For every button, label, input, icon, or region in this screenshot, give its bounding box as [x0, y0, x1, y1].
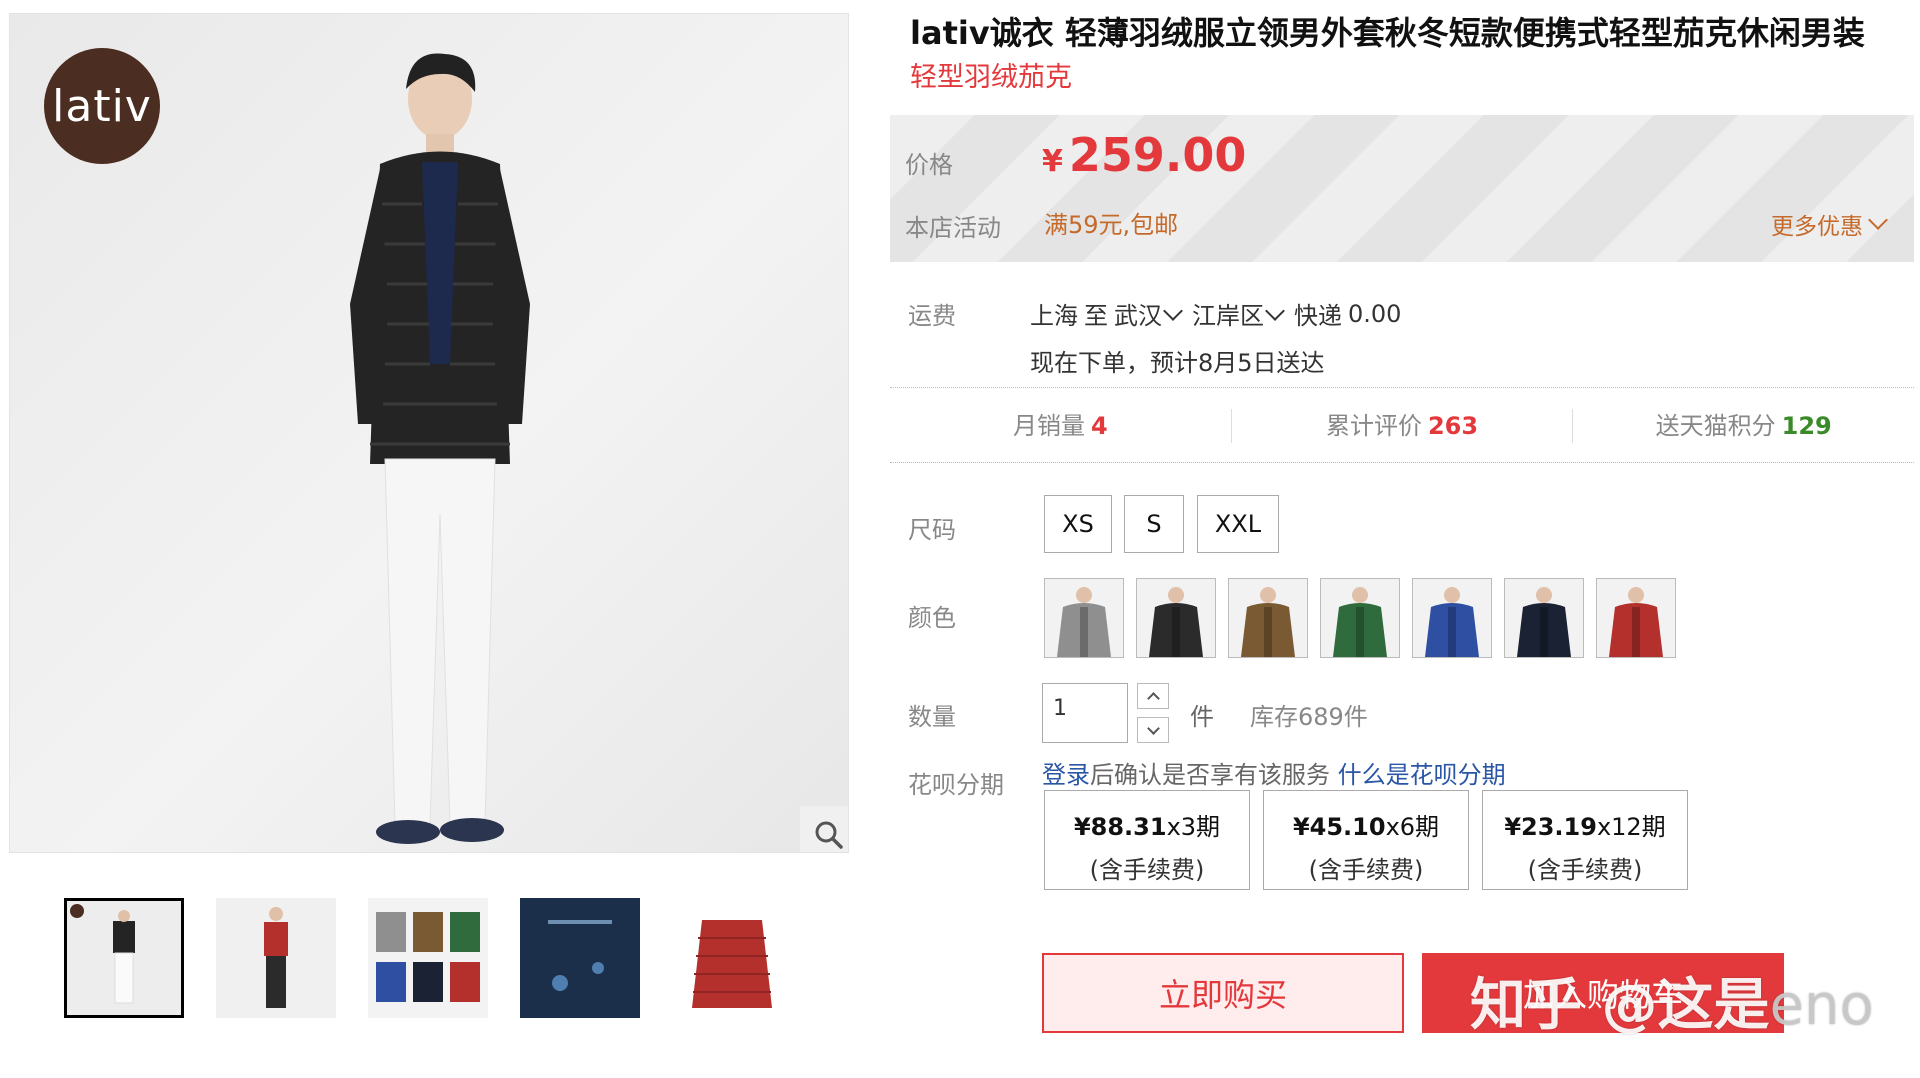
watermark: 知乎 @这是eno	[1470, 960, 1874, 1041]
review-number: 263	[1427, 411, 1479, 440]
magnifier-icon	[815, 821, 843, 849]
ship-district: 江岸区	[1192, 302, 1264, 330]
thumbnail-image	[672, 898, 792, 1018]
color-swatch-6[interactable]	[1504, 578, 1584, 658]
quantity-decrease-button[interactable]	[1137, 717, 1169, 743]
currency-symbol: ¥	[1042, 144, 1063, 179]
points-label: 送天猫积分	[1655, 411, 1776, 440]
color-label: 颜色	[908, 604, 956, 632]
chevron-down-icon	[1868, 210, 1888, 230]
jacket-swatch-image	[1413, 579, 1491, 657]
thumbnail-2[interactable]	[216, 898, 336, 1018]
points-number: 129	[1781, 411, 1832, 440]
shipping-line: 上海 至 武汉 江岸区 快递 0.00	[1030, 296, 1401, 331]
watermark-tail: eno	[1769, 973, 1874, 1038]
ship-to-word: 至	[1084, 302, 1108, 330]
zoom-button[interactable]	[800, 806, 848, 852]
quantity-input[interactable]: 1	[1042, 683, 1128, 743]
jacket-swatch-image	[1045, 579, 1123, 657]
promo-text: 满59元,包邮	[1044, 211, 1179, 239]
thumbnail-image	[520, 898, 640, 1018]
color-swatch-1[interactable]	[1044, 578, 1124, 658]
ship-from: 上海	[1030, 302, 1078, 330]
chevron-down-icon	[1163, 301, 1183, 321]
stock-count: 库存689件	[1250, 703, 1368, 731]
thumbnail-image	[67, 901, 181, 1015]
color-swatch-4[interactable]	[1320, 578, 1400, 658]
watermark-text: 知乎 @这是	[1470, 973, 1770, 1038]
quantity-unit: 件	[1190, 703, 1214, 731]
huabei-note-text: 后确认是否享有该服务	[1090, 761, 1330, 789]
size-option-s[interactable]: S	[1124, 495, 1184, 553]
price-amount: 259.00	[1068, 128, 1247, 182]
shipping-label: 运费	[908, 302, 956, 330]
delivery-estimate: 现在下单，预计8月5日送达	[1030, 349, 1325, 377]
monthly-sales-count: 4	[1090, 411, 1108, 440]
points-reward: 送天猫积分 129	[1573, 409, 1914, 443]
installment-fee: (含手续费)	[1308, 856, 1424, 884]
installment-option-12[interactable]: ¥23.19x12期 (含手续费)	[1482, 790, 1688, 890]
model-figure-image	[350, 53, 530, 844]
ship-city: 武汉	[1114, 302, 1162, 330]
installment-amount: ¥45.10x6期	[1292, 813, 1440, 841]
size-label: 尺码	[908, 516, 956, 544]
jacket-swatch-image	[1137, 579, 1215, 657]
thumbnail-4[interactable]	[520, 898, 640, 1018]
ship-city-select[interactable]: 武汉	[1114, 296, 1186, 331]
review-label: 累计评价	[1325, 411, 1422, 440]
thumbnail-image	[368, 898, 488, 1018]
product-subtitle: 轻型羽绒茄克	[910, 62, 1072, 93]
color-swatch-5[interactable]	[1412, 578, 1492, 658]
size-option-xxl[interactable]: XXL	[1197, 495, 1279, 553]
jacket-swatch-image	[1597, 579, 1675, 657]
more-offers-link[interactable]: 更多优惠	[1771, 207, 1891, 241]
thumbnail-image	[216, 898, 336, 1018]
divider	[890, 462, 1914, 463]
thumbnail-3[interactable]	[368, 898, 488, 1018]
promo-label: 本店活动	[905, 214, 1001, 242]
color-swatch-7[interactable]	[1596, 578, 1676, 658]
ship-cost: 0.00	[1348, 299, 1402, 328]
price-value: ¥ 259.00	[1042, 128, 1246, 182]
monthly-sales: 月销量 4	[890, 408, 1232, 443]
installment-fee: (含手续费)	[1089, 856, 1205, 884]
chevron-down-icon	[1146, 721, 1160, 735]
jacket-swatch-image	[1321, 579, 1399, 657]
huabei-label: 花呗分期	[908, 771, 1004, 799]
price-label: 价格	[905, 151, 953, 179]
thumbnail-1[interactable]	[64, 898, 184, 1018]
chevron-down-icon	[1265, 301, 1285, 321]
ship-district-select[interactable]: 江岸区	[1192, 296, 1288, 331]
main-product-image[interactable]: lativ	[9, 13, 849, 853]
what-is-huabei-link[interactable]: 什么是花呗分期	[1338, 761, 1506, 789]
jacket-swatch-image	[1229, 579, 1307, 657]
brand-logo: lativ	[44, 48, 160, 164]
installment-amount: ¥88.31x3期	[1073, 813, 1221, 841]
huabei-note: 登录后确认是否享有该服务 什么是花呗分期	[1042, 755, 1506, 790]
ship-method: 快递	[1294, 302, 1342, 330]
installment-amount: ¥23.19x12期	[1504, 813, 1666, 841]
installment-option-6[interactable]: ¥45.10x6期 (含手续费)	[1263, 790, 1469, 890]
quantity-label: 数量	[908, 703, 956, 731]
product-title: lativ诚衣 轻薄羽绒服立领男外套秋冬短款便携式轻型茄克休闲男装	[910, 14, 1865, 52]
more-offers-label: 更多优惠	[1771, 214, 1863, 240]
buy-now-button[interactable]: 立即购买	[1042, 953, 1404, 1033]
size-option-xs[interactable]: XS	[1044, 495, 1112, 553]
installment-option-3[interactable]: ¥88.31x3期 (含手续费)	[1044, 790, 1250, 890]
login-link[interactable]: 登录	[1042, 761, 1090, 789]
quantity-increase-button[interactable]	[1137, 683, 1169, 709]
chevron-up-icon	[1146, 691, 1160, 705]
review-count[interactable]: 累计评价 263	[1232, 408, 1574, 443]
installment-fee: (含手续费)	[1527, 856, 1643, 884]
color-swatch-2[interactable]	[1136, 578, 1216, 658]
monthly-sales-label: 月销量	[1012, 411, 1085, 440]
jacket-swatch-image	[1505, 579, 1583, 657]
color-swatch-3[interactable]	[1228, 578, 1308, 658]
stats-row: 月销量 4 累计评价 263 送天猫积分 129	[890, 388, 1914, 463]
thumbnail-5[interactable]	[672, 898, 792, 1018]
